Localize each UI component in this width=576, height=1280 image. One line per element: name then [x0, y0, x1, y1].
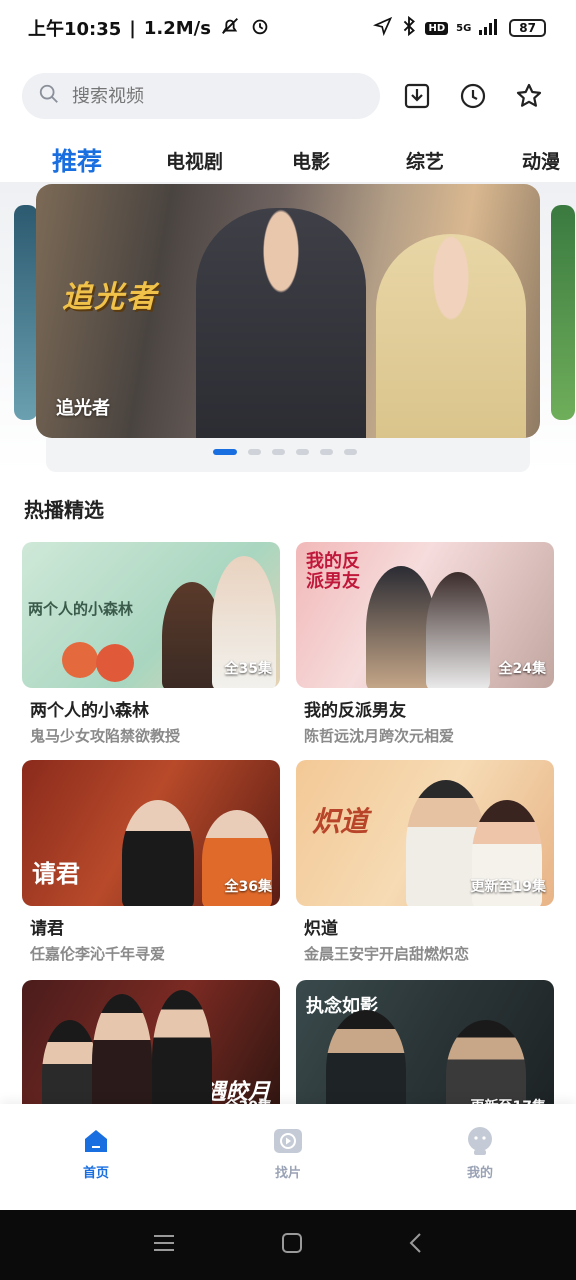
carousel-dot[interactable]: [344, 449, 357, 455]
thumbnail-title-art: 我的反派男友: [306, 551, 360, 592]
nav-item-discover[interactable]: 找片: [192, 1104, 384, 1210]
nav-item-profile[interactable]: 我的: [384, 1104, 576, 1210]
video-description: 金晨王安宇开启甜燃炽恋: [304, 945, 470, 963]
video-description: 陈哲远沈月跨次元相爱: [304, 727, 455, 745]
tab-variety[interactable]: 综艺: [406, 147, 444, 174]
alarm-icon: [249, 15, 271, 42]
carousel-dot[interactable]: [248, 449, 261, 455]
hd-icon: HD: [425, 21, 449, 35]
video-thumbnail[interactable]: 请君 全36集: [22, 760, 280, 906]
tab-movies[interactable]: 电影: [292, 147, 330, 174]
play-icon: [273, 1126, 303, 1156]
favorite-star-icon[interactable]: [514, 81, 544, 111]
video-title[interactable]: 炽道: [296, 914, 554, 939]
thumbnail-figure: [426, 572, 490, 688]
video-title[interactable]: 我的反派男友: [296, 696, 554, 721]
system-navigation-bar: [0, 1210, 576, 1280]
location-icon: [373, 16, 393, 41]
thumbnail-title-art: 炽道: [312, 805, 369, 838]
banner-actor-figure: [196, 208, 366, 438]
episode-badge: 全24集: [498, 661, 546, 677]
video-card[interactable]: 我的反派男友 全24集 我的反派男友 陈哲远沈月跨次元相爱: [296, 542, 554, 746]
banner-slide[interactable]: 追光者 追光者: [36, 184, 540, 438]
home-icon: [81, 1126, 111, 1156]
nav-item-home[interactable]: 首页: [0, 1104, 192, 1210]
nav-label-profile: 我的: [466, 1166, 493, 1181]
profile-icon: [465, 1126, 495, 1156]
tab-anime[interactable]: 动漫: [522, 147, 560, 174]
thumbnail-title-art: 请君: [32, 860, 80, 888]
video-description: 鬼马少女攻陷禁欲教授: [30, 727, 181, 745]
thumbnail-figure: [122, 800, 194, 906]
video-thumbnail[interactable]: 我的反派男友 全24集: [296, 542, 554, 688]
banner-logo-art: 追光者: [62, 280, 158, 315]
nav-label-discover: 找片: [274, 1166, 301, 1181]
video-card[interactable]: 两个人的小森林 全35集 两个人的小森林 鬼马少女攻陷禁欲教授: [22, 542, 280, 746]
video-thumbnail[interactable]: 炽道 更新至19集: [296, 760, 554, 906]
banner-prev-peek[interactable]: [14, 205, 38, 420]
banner-title: 追光者: [56, 398, 110, 419]
search-icon: [38, 83, 60, 109]
home-square-icon[interactable]: [281, 1232, 303, 1258]
thumbnail-flower: [96, 644, 134, 682]
category-tabs: 推荐 电视剧 电影 综艺 动漫: [0, 138, 576, 182]
video-title[interactable]: 两个人的小森林: [22, 696, 280, 721]
bluetooth-icon: [401, 15, 417, 42]
carousel-dot[interactable]: [272, 449, 285, 455]
banner-next-peek[interactable]: [551, 205, 575, 420]
battery-level: 87: [519, 21, 536, 35]
download-icon[interactable]: [402, 81, 432, 111]
status-bar: 上午10:35 | 1.2M/s HD 5G 87: [0, 0, 576, 56]
history-icon[interactable]: [458, 81, 488, 111]
search-row: [22, 72, 554, 120]
episode-badge: 全35集: [224, 661, 272, 677]
carousel-dot[interactable]: [213, 449, 237, 455]
carousel-dot[interactable]: [320, 449, 333, 455]
signal-network-label: 5G: [456, 22, 472, 34]
video-card[interactable]: 炽道 更新至19集 炽道 金晨王安宇开启甜燃炽恋: [296, 760, 554, 964]
top-icons: [402, 81, 544, 111]
thumbnail-flower: [62, 642, 98, 678]
battery-icon: 87: [509, 19, 546, 37]
status-time: 上午10:35: [28, 19, 122, 40]
signal-icon: [479, 17, 501, 40]
carousel-indicator: [213, 449, 357, 455]
status-left: 上午10:35 | 1.2M/s: [28, 15, 271, 42]
bottom-navigation: 首页 找片 我的: [0, 1104, 576, 1210]
back-icon[interactable]: [408, 1232, 424, 1258]
menu-icon[interactable]: [152, 1233, 176, 1257]
video-card[interactable]: 请君 全36集 请君 任嘉伦李沁千年寻爱: [22, 760, 280, 964]
video-description: 任嘉伦李沁千年寻爱: [30, 945, 166, 963]
episode-badge: 更新至19集: [470, 879, 546, 895]
video-thumbnail[interactable]: 两个人的小森林 全35集: [22, 542, 280, 688]
banner-actress-figure: [376, 234, 526, 438]
status-divider: |: [129, 17, 136, 39]
banner-shadow-base: [46, 438, 530, 472]
search-input[interactable]: [72, 85, 332, 107]
video-title[interactable]: 请君: [22, 914, 280, 939]
status-right: HD 5G 87: [373, 15, 546, 42]
thumbnail-title-art: 两个人的小森林: [28, 600, 134, 618]
carousel-dot[interactable]: [296, 449, 309, 455]
tab-tv-series[interactable]: 电视剧: [166, 147, 223, 174]
section-title: 热播精选: [24, 498, 104, 522]
nav-label-home: 首页: [82, 1166, 109, 1181]
mute-icon: [219, 15, 241, 42]
network-speed: 1.2M/s: [143, 17, 211, 39]
search-box[interactable]: [22, 73, 380, 119]
tab-recommend[interactable]: 推荐: [52, 142, 102, 178]
episode-badge: 全36集: [224, 879, 272, 895]
